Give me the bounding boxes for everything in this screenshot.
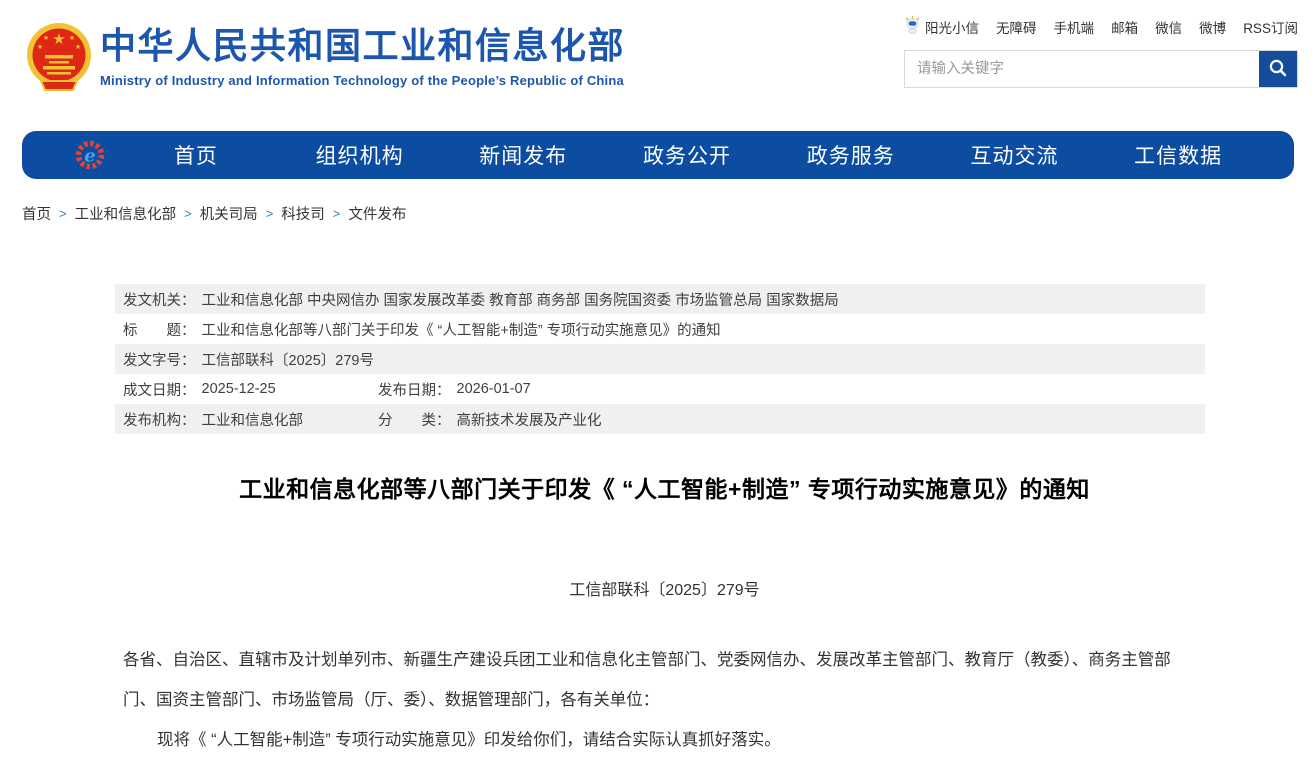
- svg-text:★: ★: [43, 34, 49, 42]
- site-title-link[interactable]: 中华人民共和国工业和信息化部 Ministry of Industry and …: [100, 28, 625, 88]
- meta-value: 高新技术发展及产业化: [457, 409, 602, 430]
- meta-value: 工业和信息化部: [202, 409, 304, 430]
- top-link-label: 微博: [1199, 17, 1226, 37]
- article-doc-number: 工信部联科〔2025〕279号: [123, 576, 1206, 600]
- national-emblem-icon: ★ ★ ★ ★ ★: [26, 22, 92, 99]
- top-links: 阳光小信 无障碍 手机端 邮箱 微信 微博 RSS订阅: [904, 16, 1298, 37]
- article: 工业和信息化部等八部门关于印发《 “人工智能+制造” 专项行动实施意见》的通知 …: [123, 470, 1206, 760]
- breadcrumb-separator: >: [266, 206, 274, 221]
- article-title: 工业和信息化部等八部门关于印发《 “人工智能+制造” 专项行动实施意见》的通知: [123, 470, 1206, 504]
- meta-value: 工信部联科〔2025〕279号: [202, 349, 374, 370]
- search-icon: [1268, 58, 1288, 81]
- breadcrumb: 首页 > 工业和信息化部 > 机关司局 > 科技司 > 文件发布: [22, 203, 1316, 224]
- svg-text:e: e: [84, 146, 95, 167]
- top-link-weibo[interactable]: 微博: [1199, 17, 1226, 37]
- top-link-sunshine-assistant[interactable]: 阳光小信: [904, 16, 979, 37]
- top-link-label: 手机端: [1054, 17, 1095, 37]
- meta-row-doc-number: 发文字号： 工信部联科〔2025〕279号: [115, 344, 1205, 374]
- meta-row-issuing-authority: 发文机关： 工业和信息化部 中央网信办 国家发展改革委 教育部 商务部 国务院国…: [115, 284, 1205, 314]
- top-link-label: 微信: [1155, 17, 1182, 37]
- nav-item-interaction[interactable]: 互动交流: [933, 140, 1097, 170]
- miit-gear-logo-icon: e: [74, 139, 106, 171]
- search-bar: [904, 50, 1298, 88]
- meta-row-dates: 成文日期： 2025-12-25 发布日期： 2026-01-07: [115, 374, 1205, 404]
- breadcrumb-home[interactable]: 首页: [22, 203, 51, 224]
- article-body: 各省、自治区、直辖市及计划单列市、新疆生产建设兵团工业和信息化主管部门、党委网信…: [123, 640, 1197, 760]
- breadcrumb-separator: >: [333, 206, 341, 221]
- meta-row-publisher-category: 发布机构： 工业和信息化部 分 类： 高新技术发展及产业化: [115, 404, 1205, 434]
- top-link-label: 邮箱: [1111, 17, 1138, 37]
- robot-mascot-icon: [904, 16, 921, 37]
- nav-item-organization[interactable]: 组织机构: [278, 140, 442, 170]
- nav-item-home[interactable]: 首页: [114, 140, 278, 170]
- nav-item-miit-data[interactable]: 工信数据: [1096, 140, 1260, 170]
- site-header: ★ ★ ★ ★ ★ 中华人民共和国工业和信息化部 Ministry of Ind…: [0, 0, 1316, 131]
- top-link-rss[interactable]: RSS订阅: [1243, 17, 1298, 37]
- svg-text:★: ★: [37, 43, 43, 51]
- breadcrumb-separator: >: [59, 206, 67, 221]
- breadcrumb-miit[interactable]: 工业和信息化部: [75, 203, 177, 224]
- site-name-en: Ministry of Industry and Information Tec…: [100, 73, 625, 88]
- breadcrumb-document-release[interactable]: 文件发布: [348, 203, 406, 224]
- meta-row-title: 标 题： 工业和信息化部等八部门关于印发《 “人工智能+制造” 专项行动实施意见…: [115, 314, 1205, 344]
- header-utilities: 阳光小信 无障碍 手机端 邮箱 微信 微博 RSS订阅: [904, 16, 1298, 88]
- breadcrumb-departments[interactable]: 机关司局: [200, 203, 258, 224]
- meta-label: 发布机构：: [123, 409, 196, 430]
- meta-label: 发布日期：: [378, 379, 451, 400]
- top-link-wechat[interactable]: 微信: [1155, 17, 1182, 37]
- svg-text:★: ★: [52, 31, 65, 48]
- breadcrumb-separator: >: [184, 206, 192, 221]
- svg-text:★: ★: [69, 34, 75, 42]
- search-input[interactable]: [905, 51, 1259, 87]
- meta-label: 标 题：: [123, 319, 196, 340]
- top-link-accessibility[interactable]: 无障碍: [996, 17, 1037, 37]
- meta-value: 2025-12-25: [202, 381, 276, 397]
- nav-items: 首页 组织机构 新闻发布 政务公开 政务服务 互动交流 工信数据: [114, 140, 1260, 170]
- meta-label: 成文日期：: [123, 379, 196, 400]
- document-meta-table: 发文机关： 工业和信息化部 中央网信办 国家发展改革委 教育部 商务部 国务院国…: [115, 284, 1205, 434]
- search-button[interactable]: [1259, 51, 1297, 87]
- meta-value: 工业和信息化部 中央网信办 国家发展改革委 教育部 商务部 国务院国资委 市场监…: [202, 289, 839, 310]
- svg-text:★: ★: [75, 43, 81, 51]
- main-nav: e 首页 组织机构 新闻发布 政务公开 政务服务 互动交流 工信数据: [22, 131, 1294, 179]
- meta-value: 工业和信息化部等八部门关于印发《 “人工智能+制造” 专项行动实施意见》的通知: [202, 319, 721, 340]
- article-paragraph-instruction: 现将《 “人工智能+制造” 专项行动实施意见》印发给你们，请结合实际认真抓好落实…: [123, 720, 1197, 760]
- nav-item-gov-services[interactable]: 政务服务: [769, 140, 933, 170]
- nav-item-news[interactable]: 新闻发布: [441, 140, 605, 170]
- top-link-label: RSS订阅: [1243, 17, 1298, 37]
- meta-label: 发文字号：: [123, 349, 196, 370]
- article-paragraph-addressees: 各省、自治区、直辖市及计划单列市、新疆生产建设兵团工业和信息化主管部门、党委网信…: [123, 640, 1197, 720]
- breadcrumb-science-tech-dept[interactable]: 科技司: [281, 203, 325, 224]
- meta-label: 分 类：: [378, 409, 451, 430]
- site-name-cn: 中华人民共和国工业和信息化部: [100, 28, 625, 64]
- top-link-label: 无障碍: [996, 17, 1037, 37]
- top-link-mail[interactable]: 邮箱: [1111, 17, 1138, 37]
- top-link-label: 阳光小信: [925, 17, 979, 37]
- meta-label: 发文机关：: [123, 289, 196, 310]
- nav-item-gov-disclosure[interactable]: 政务公开: [605, 140, 769, 170]
- top-link-mobile[interactable]: 手机端: [1054, 17, 1095, 37]
- meta-value: 2026-01-07: [457, 381, 531, 397]
